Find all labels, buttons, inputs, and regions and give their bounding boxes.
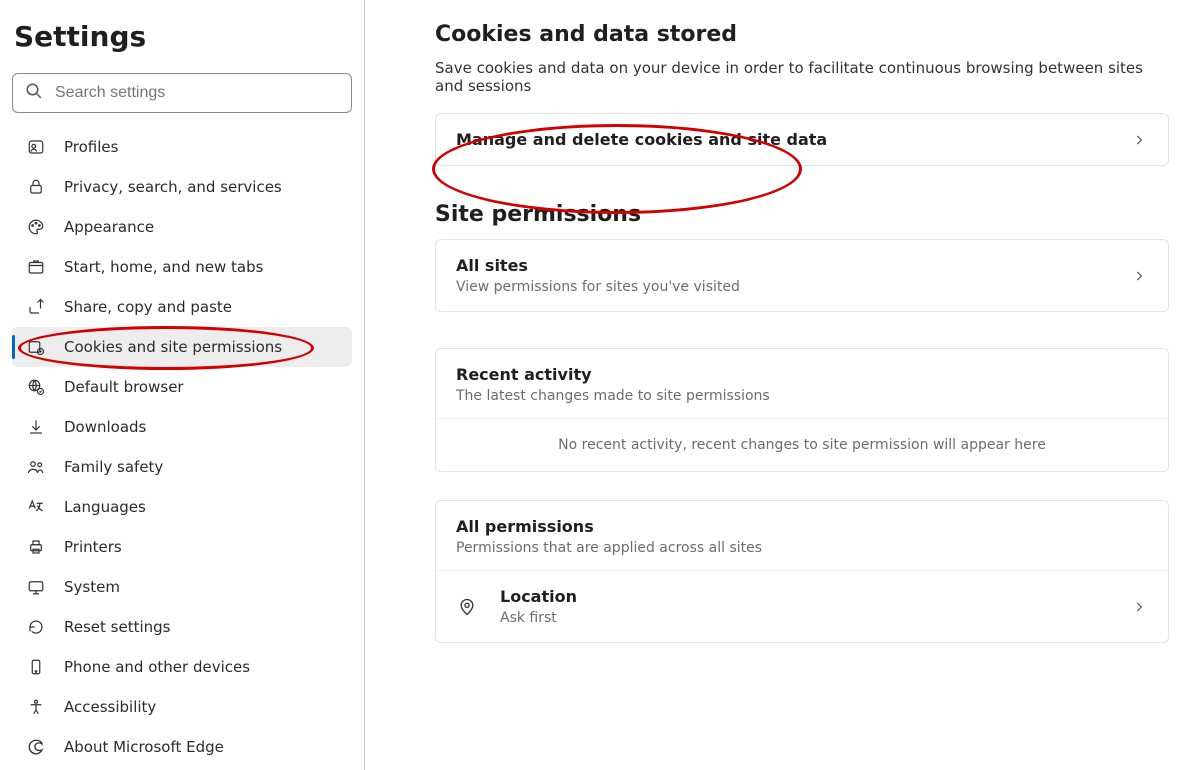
permission-location-status: Ask first [500,610,1130,626]
sidebar-item-label: Appearance [64,218,154,236]
accessibility-icon [26,697,46,717]
sidebar-item-label: Share, copy and paste [64,298,232,316]
search-settings-box[interactable] [12,73,352,113]
language-icon [26,497,46,517]
share-icon [26,297,46,317]
sidebar-item-cookies[interactable]: Cookies and site permissions [12,327,352,367]
sidebar-item-label: Start, home, and new tabs [64,258,263,276]
sidebar-item-family[interactable]: Family safety [12,447,352,487]
manage-cookies-row[interactable]: Manage and delete cookies and site data [436,114,1168,165]
page-title: Settings [14,20,352,53]
sidebar-item-label: Cookies and site permissions [64,338,282,356]
manage-cookies-card: Manage and delete cookies and site data [435,113,1169,166]
recent-activity-card: Recent activity The latest changes made … [435,348,1169,472]
sidebar-item-label: Phone and other devices [64,658,250,676]
all-permissions-sub: Permissions that are applied across all … [456,540,1148,556]
chevron-right-icon [1130,598,1148,616]
recent-activity-sub: The latest changes made to site permissi… [456,388,1148,404]
all-permissions-title: All permissions [456,517,1148,536]
sidebar-item-printers[interactable]: Printers [12,527,352,567]
recent-activity-title: Recent activity [456,365,1148,384]
lock-icon [26,177,46,197]
sidebar-item-about[interactable]: About Microsoft Edge [12,727,352,767]
browser-check-icon [26,377,46,397]
sidebar-item-label: Privacy, search, and services [64,178,282,196]
sidebar-item-label: Accessibility [64,698,156,716]
sidebar-item-profiles[interactable]: Profiles [12,127,352,167]
search-input[interactable] [55,84,339,102]
search-icon [25,82,43,104]
sidebar-item-downloads[interactable]: Downloads [12,407,352,447]
phone-icon [26,657,46,677]
settings-sidebar: Settings Profiles Privacy, search, and [0,0,365,770]
permission-location-label: Location [500,587,1130,606]
printer-icon [26,537,46,557]
all-sites-label: All sites [456,256,1130,275]
system-icon [26,577,46,597]
chevron-right-icon [1130,267,1148,285]
cookies-section-subtitle: Save cookies and data on your device in … [435,59,1155,95]
sidebar-item-languages[interactable]: Languages [12,487,352,527]
reset-icon [26,617,46,637]
cookie-icon [26,337,46,357]
permission-location-row[interactable]: Location Ask first [436,570,1168,642]
sidebar-item-label: Printers [64,538,122,556]
sidebar-item-label: Default browser [64,378,184,396]
download-icon [26,417,46,437]
edge-icon [26,737,46,757]
cookies-section-title: Cookies and data stored [435,22,1169,47]
sidebar-item-label: System [64,578,120,596]
all-permissions-card: All permissions Permissions that are app… [435,500,1169,643]
all-sites-row[interactable]: All sites View permissions for sites you… [436,240,1168,311]
sidebar-nav: Profiles Privacy, search, and services A… [12,127,352,767]
sidebar-item-default-browser[interactable]: Default browser [12,367,352,407]
recent-activity-empty: No recent activity, recent changes to si… [436,418,1168,471]
main-content: Cookies and data stored Save cookies and… [365,0,1179,770]
sidebar-item-share[interactable]: Share, copy and paste [12,287,352,327]
sidebar-item-label: Reset settings [64,618,171,636]
sidebar-item-system[interactable]: System [12,567,352,607]
sidebar-item-phone[interactable]: Phone and other devices [12,647,352,687]
sidebar-item-accessibility[interactable]: Accessibility [12,687,352,727]
sidebar-item-label: Family safety [64,458,163,476]
sidebar-item-label: Languages [64,498,146,516]
sidebar-item-privacy[interactable]: Privacy, search, and services [12,167,352,207]
sidebar-item-label: About Microsoft Edge [64,738,224,756]
sidebar-item-appearance[interactable]: Appearance [12,207,352,247]
chevron-right-icon [1130,131,1148,149]
family-icon [26,457,46,477]
sidebar-item-label: Downloads [64,418,146,436]
palette-icon [26,217,46,237]
location-icon [456,596,478,618]
manage-cookies-label: Manage and delete cookies and site data [456,130,1130,149]
sidebar-item-label: Profiles [64,138,118,156]
tabs-icon [26,257,46,277]
all-sites-card: All sites View permissions for sites you… [435,239,1169,312]
sidebar-item-reset[interactable]: Reset settings [12,607,352,647]
all-sites-sub: View permissions for sites you've visite… [456,279,1130,295]
sidebar-item-start[interactable]: Start, home, and new tabs [12,247,352,287]
site-permissions-title: Site permissions [435,202,1169,227]
profile-icon [26,137,46,157]
